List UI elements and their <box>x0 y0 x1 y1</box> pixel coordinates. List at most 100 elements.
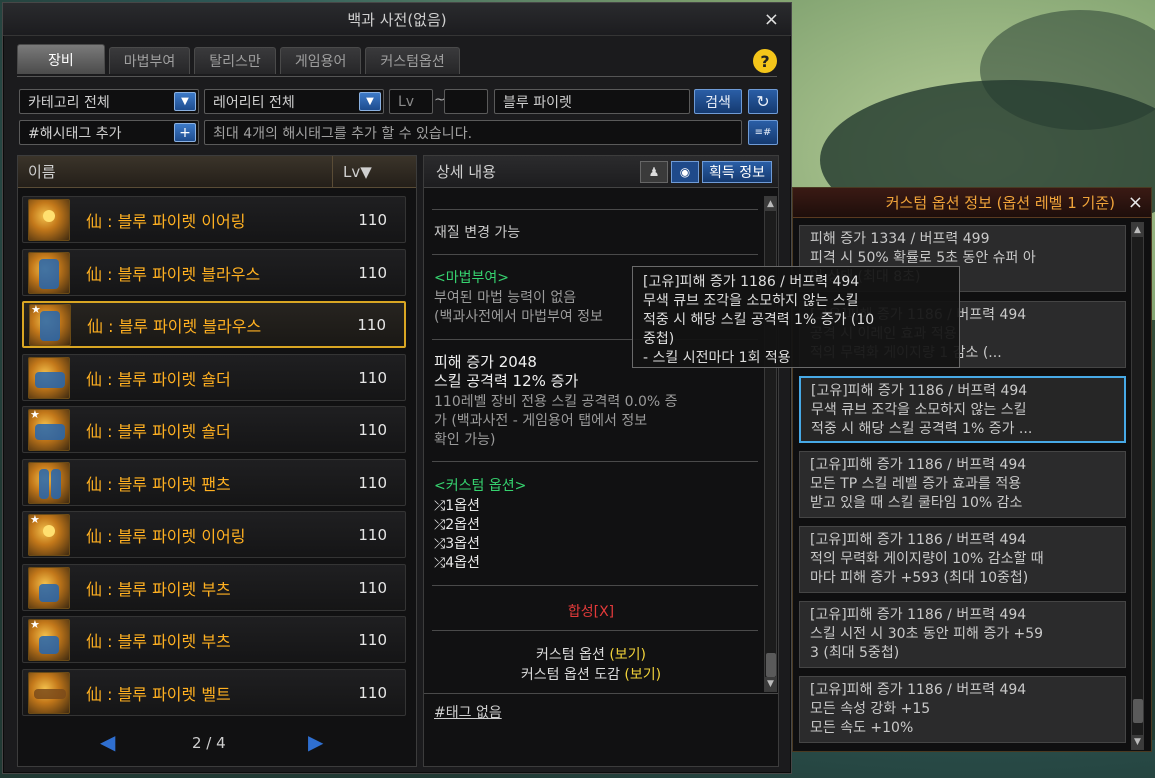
divider <box>432 585 758 586</box>
close-icon[interactable]: × <box>1128 192 1143 213</box>
item-name: 仙 : 블루 파이렛 이어링 <box>86 526 246 546</box>
custom-option-4[interactable]: ⤮4옵션 <box>434 554 480 572</box>
hashtag-add-label: #해시태그 추가 <box>28 125 122 142</box>
note-line-3: 확인 가능) <box>434 432 496 448</box>
category-select[interactable]: 카테고리 전체 ▼ <box>19 89 199 114</box>
custom-option-book-link[interactable]: (보기) <box>624 667 661 683</box>
shuffle-icon: ⤮ <box>434 536 446 552</box>
lv-min-input[interactable]: Lv <box>389 89 433 114</box>
divider <box>424 693 778 694</box>
item-list-panel: 이름 Lv▼ 仙 : 블루 파이렛 이어링 110 仙 : 블루 파이렛 블라우… <box>17 155 417 767</box>
custom-option-view-link[interactable]: (보기) <box>609 647 646 663</box>
hashtag-add-field[interactable]: #해시태그 추가 + <box>19 120 199 145</box>
item-level: 110 <box>357 315 386 334</box>
refresh-icon[interactable]: ↻ <box>748 89 778 114</box>
custom-option-info-title: 커스텀 옵션 정보 (옵션 레벨 1 기준) <box>885 194 1115 212</box>
custom-option-card[interactable]: [고유]피해 증가 1186 / 버프력 494 모든 속성 강화 +15 모든… <box>799 676 1126 743</box>
list-item[interactable]: ★ 仙 : 블루 파이렛 이어링 110 <box>22 511 406 558</box>
blouse-icon <box>28 251 70 294</box>
boots-icon: ★ <box>28 618 70 661</box>
tab-divider <box>17 76 777 77</box>
custom-option-3[interactable]: ⤮3옵션 <box>434 535 480 553</box>
custom-option-1[interactable]: ⤮1옵션 <box>434 497 480 515</box>
item-level: 110 <box>358 578 387 597</box>
chevron-down-icon[interactable]: ▼ <box>359 92 381 111</box>
enchant-line-1: 부여된 마법 능력이 없음 <box>434 290 577 306</box>
avatar-icon[interactable]: ♟ <box>640 160 669 183</box>
shuffle-icon: ⤮ <box>434 498 446 514</box>
item-name: 仙 : 블루 파이렛 블라우스 <box>87 316 262 336</box>
detail-panel: 상세 내용 ♟ ◉ 획득 정보 재질 변경 가능 <마법부여> 부여된 마법 능… <box>423 155 779 767</box>
scroll-down-icon[interactable]: ▼ <box>1132 735 1143 749</box>
note-line-2: 가 (백과사전 - 게임용어 탭에서 정보 <box>434 413 648 429</box>
close-icon[interactable]: × <box>764 9 779 30</box>
earring-icon <box>28 198 70 241</box>
search-button[interactable]: 검색 <box>694 89 742 114</box>
damage-stat: 피해 증가 2048 <box>434 353 537 371</box>
list-item[interactable]: 仙 : 블루 파이렛 팬츠 110 <box>22 459 406 506</box>
acquire-info-button[interactable]: 획득 정보 <box>702 160 772 183</box>
list-item[interactable]: 仙 : 블루 파이렛 이어링 110 <box>22 196 406 243</box>
next-page-icon[interactable]: ▶ <box>308 730 323 754</box>
custom-option-scrollbar[interactable]: ▲ ▼ <box>1131 222 1144 750</box>
chevron-down-icon[interactable]: ▼ <box>174 92 196 111</box>
list-item[interactable]: 仙 : 블루 파이렛 벨트 110 <box>22 669 406 716</box>
tab-custom-option[interactable]: 커스텀옵션 <box>365 47 460 74</box>
tab-equipment[interactable]: 장비 <box>17 44 105 74</box>
custom-option-card[interactable]: [고유]피해 증가 1186 / 버프력 494 적의 무력화 게이지량이 10… <box>799 526 1126 593</box>
list-item[interactable]: 仙 : 블루 파이렛 블라우스 110 <box>22 249 406 296</box>
item-level: 110 <box>358 420 387 439</box>
hashtag-menu-icon[interactable]: ≡# <box>748 120 778 145</box>
item-name: 仙 : 블루 파이렛 팬츠 <box>86 474 231 494</box>
earring-icon: ★ <box>28 513 70 556</box>
item-level: 110 <box>358 683 387 702</box>
scroll-thumb[interactable] <box>766 653 776 677</box>
tab-enchant[interactable]: 마법부여 <box>108 47 191 74</box>
list-item[interactable]: 仙 : 블루 파이렛 숄더 110 <box>22 354 406 401</box>
item-level: 110 <box>358 368 387 387</box>
window-titlebar[interactable]: 백과 사전(없음) × <box>3 3 791 36</box>
column-name-header[interactable]: 이름 <box>28 161 332 182</box>
tab-talisman[interactable]: 탈리스만 <box>194 47 276 74</box>
scroll-thumb[interactable] <box>1133 699 1143 723</box>
item-level: 110 <box>358 630 387 649</box>
list-item-selected[interactable]: ★ 仙 : 블루 파이렛 블라우스 110 <box>22 301 406 348</box>
rarity-select[interactable]: 레어리티 전체 ▼ <box>204 89 384 114</box>
item-name: 仙 : 블루 파이렛 부츠 <box>86 631 231 651</box>
list-item[interactable]: ★ 仙 : 블루 파이렛 숄더 110 <box>22 406 406 453</box>
scroll-up-icon[interactable]: ▲ <box>765 197 776 211</box>
eye-icon[interactable]: ◉ <box>671 160 700 183</box>
hashtag-input[interactable]: 최대 4개의 해시태그를 추가 할 수 있습니다. <box>204 120 742 145</box>
enchant-line-2: (백과사전에서 마법부여 정보 <box>434 309 603 325</box>
shoulder-icon <box>28 356 70 399</box>
help-icon[interactable]: ? <box>753 49 777 73</box>
custom-option-card[interactable]: [고유]피해 증가 1186 / 버프력 494 스킬 시전 시 30초 동안 … <box>799 601 1126 668</box>
item-name: 仙 : 블루 파이렛 블라우스 <box>86 264 261 284</box>
lv-max-input[interactable] <box>444 89 488 114</box>
item-level: 110 <box>358 210 387 229</box>
tab-game-terms[interactable]: 게임용어 <box>279 47 362 74</box>
item-name: 仙 : 블루 파이렛 숄더 <box>86 421 231 441</box>
list-item[interactable]: ★ 仙 : 블루 파이렛 부츠 110 <box>22 616 406 663</box>
custom-option-card[interactable]: [고유]피해 증가 1186 / 버프력 494 모든 TP 스킬 레벨 증가 … <box>799 451 1126 518</box>
pants-icon <box>28 461 70 504</box>
custom-option-2[interactable]: ⤮2옵션 <box>434 516 480 534</box>
list-item[interactable]: 仙 : 블루 파이렛 부츠 110 <box>22 564 406 611</box>
category-select-value: 카테고리 전체 <box>28 94 110 111</box>
enchant-header: <마법부여> <box>434 270 509 286</box>
hashtag-link[interactable]: #태그 없음 <box>434 704 502 722</box>
prev-page-icon[interactable]: ◀ <box>100 730 115 754</box>
custom-option-card-selected[interactable]: [고유]피해 증가 1186 / 버프력 494 무색 큐브 조각을 소모하지 … <box>799 376 1126 443</box>
plus-icon[interactable]: + <box>174 123 196 142</box>
scroll-down-icon[interactable]: ▼ <box>765 677 776 691</box>
option-tooltip: [고유]피해 증가 1186 / 버프력 494 무색 큐브 조각을 소모하지 … <box>632 266 960 368</box>
item-list-header: 이름 Lv▼ <box>18 156 416 188</box>
item-level: 110 <box>358 263 387 282</box>
search-input[interactable]: 블루 파이렛 <box>494 89 690 114</box>
note-line-1: 110레벨 장비 전용 스킬 공격력 0.0% 증 <box>434 394 678 410</box>
column-lv-sort[interactable]: Lv▼ <box>332 156 416 187</box>
page-indicator: 2 / 4 <box>192 734 226 752</box>
item-level: 110 <box>358 473 387 492</box>
scroll-up-icon[interactable]: ▲ <box>1132 223 1143 237</box>
item-name: 仙 : 블루 파이렛 부츠 <box>86 579 231 599</box>
